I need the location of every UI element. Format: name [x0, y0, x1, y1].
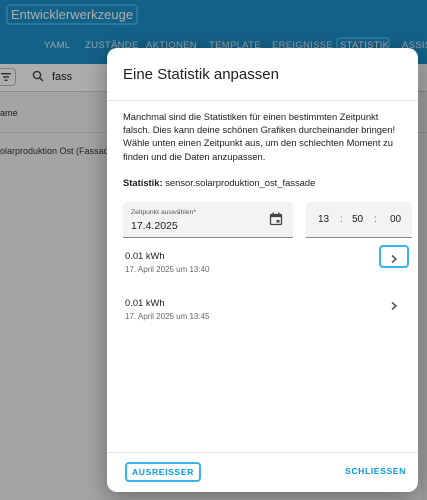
- entry-timestamp: 17. April 2025 um 13:45: [125, 312, 210, 321]
- datetime-picker: Zeitpunkt auswählen* 17.4.2025 13 : 50 :…: [123, 202, 412, 238]
- date-field[interactable]: Zeitpunkt auswählen* 17.4.2025: [123, 202, 293, 238]
- close-button[interactable]: SCHLIESSEN: [345, 466, 406, 476]
- dialog-title: Eine Statistik anpassen: [123, 66, 279, 83]
- hours-input[interactable]: 13: [318, 214, 329, 225]
- entry-value: 0.01 kWh: [125, 297, 165, 308]
- divider: [107, 452, 418, 453]
- dialog-description: Manchmal sind die Statistiken für einen …: [123, 111, 396, 162]
- adjust-statistic-dialog: Eine Statistik anpassen Manchmal sind di…: [107, 48, 418, 492]
- calendar-icon[interactable]: [269, 212, 283, 226]
- statistic-info: Statistik: sensor.solarproduktion_ost_fa…: [123, 177, 315, 188]
- outlier-button[interactable]: AUSREISSER: [125, 462, 201, 482]
- date-field-value: 17.4.2025: [131, 220, 178, 232]
- statistic-id: sensor.solarproduktion_ost_fassade: [165, 177, 316, 188]
- minutes-input[interactable]: 50: [352, 214, 363, 225]
- list-item[interactable]: 0.01 kWh 17. April 2025 um 13:45: [107, 297, 418, 341]
- statistic-label: Statistik:: [123, 177, 163, 188]
- divider: [107, 100, 418, 101]
- date-field-label: Zeitpunkt auswählen*: [131, 209, 196, 216]
- time-field: 13 : 50 : 00: [306, 202, 412, 238]
- entry-timestamp: 17. April 2025 um 13:40: [125, 265, 210, 274]
- chevron-right-icon[interactable]: [389, 301, 399, 311]
- entry-value: 0.01 kWh: [125, 250, 165, 261]
- chevron-right-icon[interactable]: [389, 254, 399, 264]
- list-item[interactable]: 0.01 kWh 17. April 2025 um 13:40: [107, 245, 418, 294]
- time-separator: :: [374, 214, 377, 225]
- time-separator: :: [340, 214, 343, 225]
- seconds-input[interactable]: 00: [390, 214, 401, 225]
